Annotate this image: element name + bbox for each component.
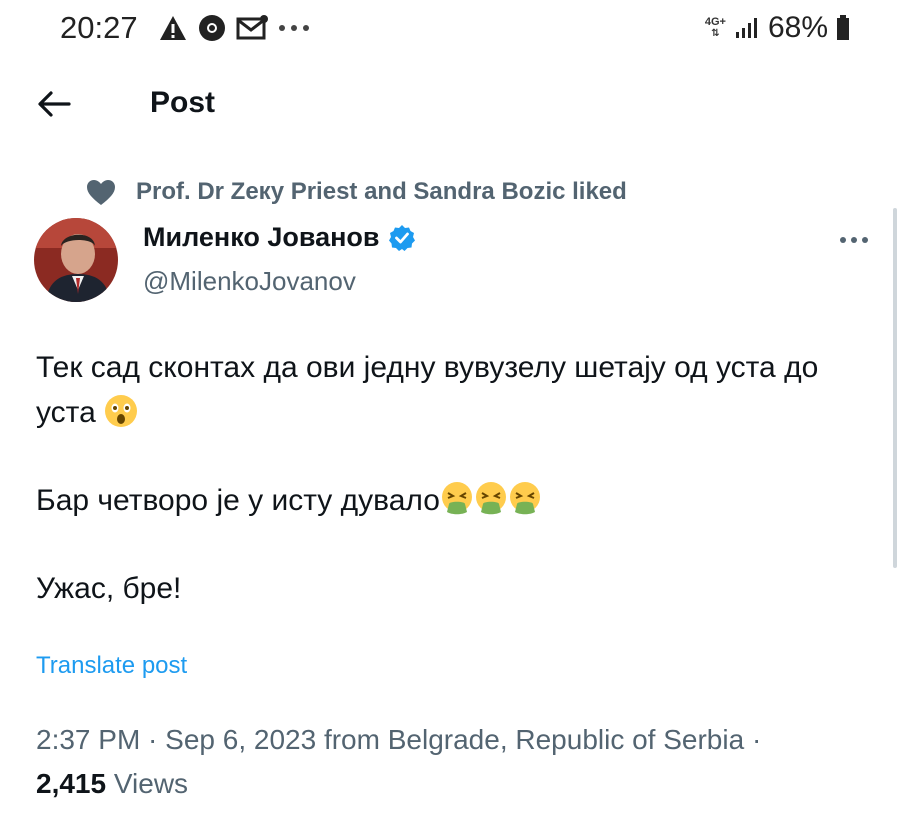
chrome-icon	[199, 15, 225, 41]
top-app-bar: Post	[0, 78, 900, 134]
author-name-text: Миленко Јованов	[143, 222, 380, 252]
translate-post-link[interactable]: Translate post	[36, 652, 187, 680]
page-title: Post	[150, 86, 216, 119]
arrow-left-icon	[38, 91, 71, 117]
author-handle[interactable]: @MilenkoJovanov	[143, 266, 356, 297]
mail-icon	[236, 15, 268, 40]
vomiting-face-icon	[509, 482, 540, 515]
astonished-face-icon	[105, 395, 138, 427]
author-photo	[34, 218, 118, 302]
views-label: Views	[113, 768, 189, 799]
status-bar: 20:27 4G+ ⇅ 68%	[0, 0, 900, 60]
post-text-line-3: Ужас, бре!	[36, 572, 182, 605]
more-notifications-icon	[279, 25, 309, 31]
social-context-text: Prof. Dr Zeкy Priest and Sandra Bozic li…	[136, 178, 627, 205]
post-text: Тек сад сконтах да ови једну вувузелу ше…	[36, 345, 856, 611]
back-button[interactable]	[34, 84, 74, 124]
post-text-line-1: Тек сад сконтах да ови једну вувузелу ше…	[36, 351, 819, 429]
more-dot-icon	[840, 237, 846, 243]
status-notification-icons	[158, 14, 310, 42]
author-name[interactable]: Миленко Јованов	[143, 222, 416, 253]
more-dot-icon	[862, 237, 868, 243]
post-paragraph-2: Бар четворо је у исту дувало	[36, 478, 856, 523]
status-time: 20:27	[60, 10, 138, 45]
battery-icon	[837, 15, 849, 40]
post-datetime-location: 2:37 PM · Sep 6, 2023 from Belgrade, Rep…	[36, 724, 762, 755]
post-paragraph-1: Тек сад сконтах да ови једну вувузелу ше…	[36, 345, 856, 435]
scrollbar[interactable]	[893, 208, 897, 568]
heart-icon	[87, 179, 115, 205]
signal-icon	[735, 18, 757, 38]
more-dot-icon	[851, 237, 857, 243]
network-type: 4G+ ⇅	[704, 16, 726, 40]
post-text-line-2: Бар четворо је у исту дувало	[36, 484, 440, 517]
views-count[interactable]: 2,415	[36, 768, 106, 799]
battery-level: 68%	[767, 11, 828, 44]
vomiting-face-icon	[441, 482, 472, 515]
status-right: 4G+ ⇅ 68%	[705, 11, 850, 45]
warning-icon	[160, 16, 186, 40]
network-label: 4G+	[704, 16, 726, 28]
vomiting-face-icon	[475, 482, 506, 515]
social-context[interactable]: Prof. Dr Zeкy Priest and Sandra Bozic li…	[86, 178, 627, 206]
more-options-button[interactable]	[834, 228, 874, 252]
verified-badge-icon	[388, 224, 415, 251]
post-paragraph-3: Ужас, бре!	[36, 566, 856, 611]
post-metadata: 2:37 PM · Sep 6, 2023 from Belgrade, Rep…	[36, 718, 796, 806]
avatar[interactable]	[34, 218, 118, 302]
